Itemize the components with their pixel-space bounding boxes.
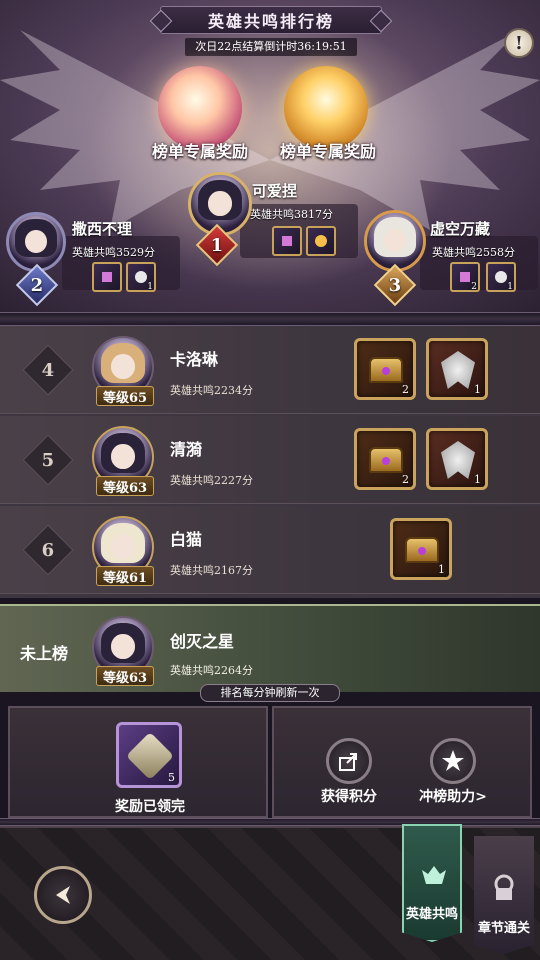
rank-number: 5	[22, 434, 74, 486]
crest-icon	[441, 441, 475, 479]
player-name: 虚空万藏	[430, 220, 491, 238]
list-item[interactable]: 6 等级61 白猫 英雄共鸣2167分 1	[0, 506, 540, 594]
reward-crest[interactable]: 1	[426, 338, 488, 400]
player-score: 英雄共鸣3529分	[72, 246, 155, 259]
list-item[interactable]: 5 等级63 清漪 英雄共鸣2227分 2 1	[0, 416, 540, 504]
actions-panel: 获得积分 冲榜助力>	[272, 706, 532, 818]
rank-badge: 3	[373, 263, 417, 307]
player-score: 英雄共鸣2234分	[170, 384, 253, 397]
rank-badge: 2	[15, 263, 59, 307]
tab-label: 英雄共鸣	[405, 907, 458, 922]
reward-item[interactable]: 2	[450, 262, 480, 292]
player-name: 卡洛琳	[170, 350, 219, 369]
reward-item[interactable]	[306, 226, 336, 256]
player-name: 创灭之星	[170, 632, 235, 651]
section-divider	[0, 312, 540, 326]
share-icon	[339, 753, 357, 771]
my-rank-status: 未上榜	[20, 644, 69, 663]
player-name: 清漪	[170, 440, 203, 459]
player-name: 撒西不理	[72, 220, 133, 238]
level-badge: 等级61	[96, 566, 154, 586]
hero-crest-icon	[422, 866, 446, 884]
crest-icon	[441, 351, 475, 389]
tab-hero-resonance[interactable]: 英雄共鸣	[402, 824, 462, 942]
rank-number: 6	[22, 524, 74, 576]
claim-panel: 5 奖励已领完	[8, 706, 268, 818]
player-score: 英雄共鸣2264分	[170, 664, 253, 677]
tab-chapter-clear[interactable]: 章节通关	[474, 836, 534, 954]
get-points-label: 获得积分	[321, 789, 377, 805]
scroll-icon	[125, 731, 175, 781]
back-button[interactable]	[34, 866, 92, 924]
ranking-list[interactable]: 4 等级65 卡洛琳 英雄共鸣2234分 2 1 5 等级63 清漪 英雄共鸣2…	[0, 326, 540, 598]
boost-button[interactable]	[430, 738, 476, 784]
boost-label[interactable]: 冲榜助力>	[398, 786, 508, 806]
reward-item[interactable]	[92, 262, 122, 292]
claim-status: 奖励已领完	[115, 799, 185, 815]
podium-area: 英雄共鸣排行榜 次日22点结算倒计时36:19:51 ! 榜单专属奖励 榜单专属…	[0, 0, 540, 312]
back-arrow-icon	[56, 886, 70, 904]
reward-chest[interactable]: 1	[390, 518, 452, 580]
reward-item[interactable]: 1	[126, 262, 156, 292]
player-score: 英雄共鸣3817分	[250, 208, 333, 221]
reward-crest[interactable]: 1	[426, 428, 488, 490]
page-title: 英雄共鸣排行榜	[160, 6, 382, 34]
refresh-note: 排名每分钟刷新一次	[200, 684, 340, 702]
chest-icon	[369, 447, 403, 473]
footer-bar: 英雄共鸣 章节通关	[0, 824, 540, 960]
my-rank-row: 未上榜 等级63 创灭之星 英雄共鸣2264分	[0, 604, 540, 692]
reward-item[interactable]: 1	[486, 262, 516, 292]
level-badge: 等级63	[96, 666, 154, 686]
reward-label: 榜单专属奖励	[279, 142, 376, 161]
reward-chest[interactable]: 2	[354, 428, 416, 490]
boost-icon	[442, 750, 464, 771]
player-name: 可爱捏	[252, 182, 298, 200]
info-icon: !	[515, 32, 523, 54]
reward-item[interactable]	[272, 226, 302, 256]
info-button[interactable]: !	[504, 28, 534, 58]
countdown-timer: 次日22点结算倒计时36:19:51	[185, 38, 357, 56]
avatar	[364, 210, 426, 272]
list-item[interactable]: 4 等级65 卡洛琳 英雄共鸣2234分 2 1	[0, 326, 540, 414]
player-score: 英雄共鸣2558分	[432, 246, 515, 259]
player-score: 英雄共鸣2167分	[170, 564, 253, 577]
chest-icon	[369, 357, 403, 383]
level-badge: 等级65	[96, 386, 154, 406]
get-points-button[interactable]	[326, 738, 372, 784]
chest-icon	[405, 537, 439, 563]
tab-label: 章节通关	[477, 921, 530, 936]
level-badge: 等级63	[96, 476, 154, 496]
rank-number: 4	[22, 344, 74, 396]
player-name: 白猫	[170, 530, 203, 549]
reward-label: 榜单专属奖励	[151, 142, 248, 161]
claim-reward-item[interactable]: 5	[116, 722, 182, 788]
player-score: 英雄共鸣2227分	[170, 474, 253, 487]
reward-chest[interactable]: 2	[354, 338, 416, 400]
chapter-lock-icon	[494, 874, 514, 900]
